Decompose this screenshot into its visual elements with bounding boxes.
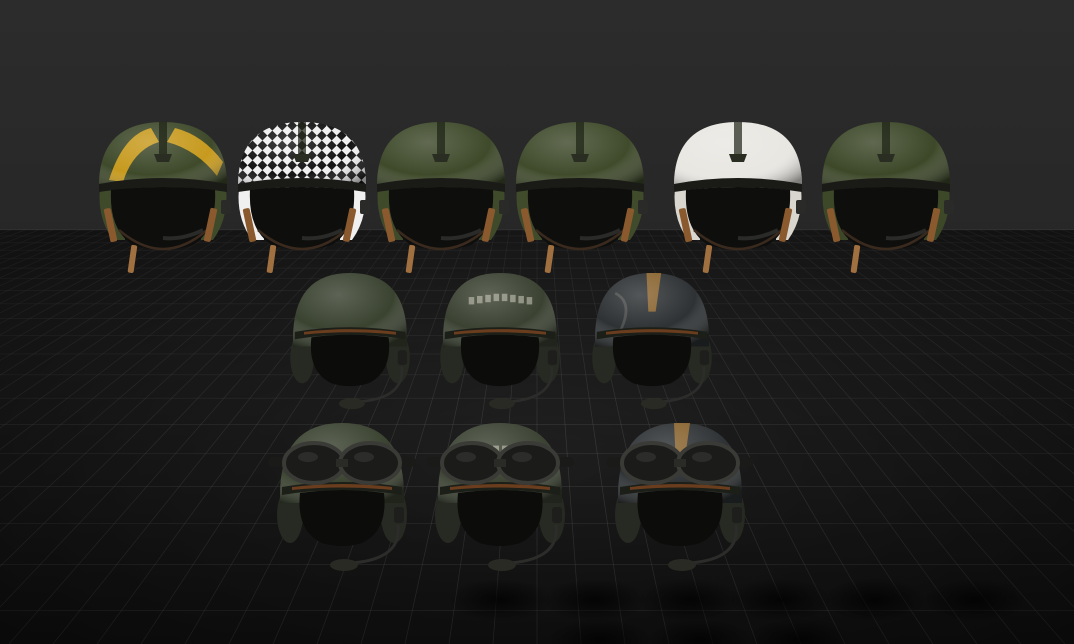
side-connector: [499, 200, 509, 214]
goggle-lens-right: [496, 441, 560, 485]
visor-ridge: [576, 122, 584, 156]
mic-head: [488, 398, 515, 410]
3d-viewport[interactable]: [0, 0, 1074, 644]
goggle-reflection: [636, 452, 656, 462]
side-connector: [699, 350, 710, 365]
side-connector: [796, 200, 806, 214]
visor-knob: [293, 154, 311, 162]
goggle-reflection: [692, 452, 712, 462]
visor-ridge: [298, 122, 306, 156]
goggle-lens-right: [676, 441, 740, 485]
mic-head: [330, 559, 358, 571]
helmet-scene: [0, 0, 1074, 644]
side-connector: [547, 350, 558, 365]
visor-ridge: [882, 122, 890, 156]
visor-knob: [729, 154, 747, 162]
goggle-reflection: [456, 452, 476, 462]
side-connector: [732, 507, 742, 523]
goggle-lens-left: [620, 441, 684, 485]
visor-knob: [154, 154, 172, 162]
helmet-shadow: [638, 578, 742, 622]
goggle-reflection: [354, 452, 374, 462]
visor-knob: [432, 154, 450, 162]
goggle-lens-left: [440, 441, 504, 485]
visor-ridge: [159, 122, 167, 156]
helmet-shadow: [728, 578, 832, 622]
visor-knob: [571, 154, 589, 162]
side-connector: [221, 200, 231, 214]
visor-knob: [877, 154, 895, 162]
side-connector: [552, 507, 562, 523]
helmet-shadow: [823, 578, 927, 622]
goggle-reflection: [512, 452, 532, 462]
goggle-lens-left: [282, 441, 346, 485]
mic-head: [640, 398, 667, 410]
visor-ridge: [734, 122, 742, 156]
helmet-shadow: [448, 578, 552, 622]
mic-head: [488, 559, 516, 571]
visor-ridge: [437, 122, 445, 156]
side-connector: [944, 200, 954, 214]
side-connector: [394, 507, 404, 523]
goggle-bridge: [494, 459, 506, 467]
side-connector: [397, 350, 408, 365]
mic-head: [668, 559, 696, 571]
goggle-reflection: [298, 452, 318, 462]
side-connector: [638, 200, 648, 214]
goggle-bridge: [336, 459, 348, 467]
mic-head: [338, 398, 365, 410]
goggle-bridge: [674, 459, 686, 467]
helmet-shadow: [543, 578, 647, 622]
helmet-shadow: [923, 578, 1027, 622]
side-connector: [360, 200, 370, 214]
goggle-lens-right: [338, 441, 402, 485]
